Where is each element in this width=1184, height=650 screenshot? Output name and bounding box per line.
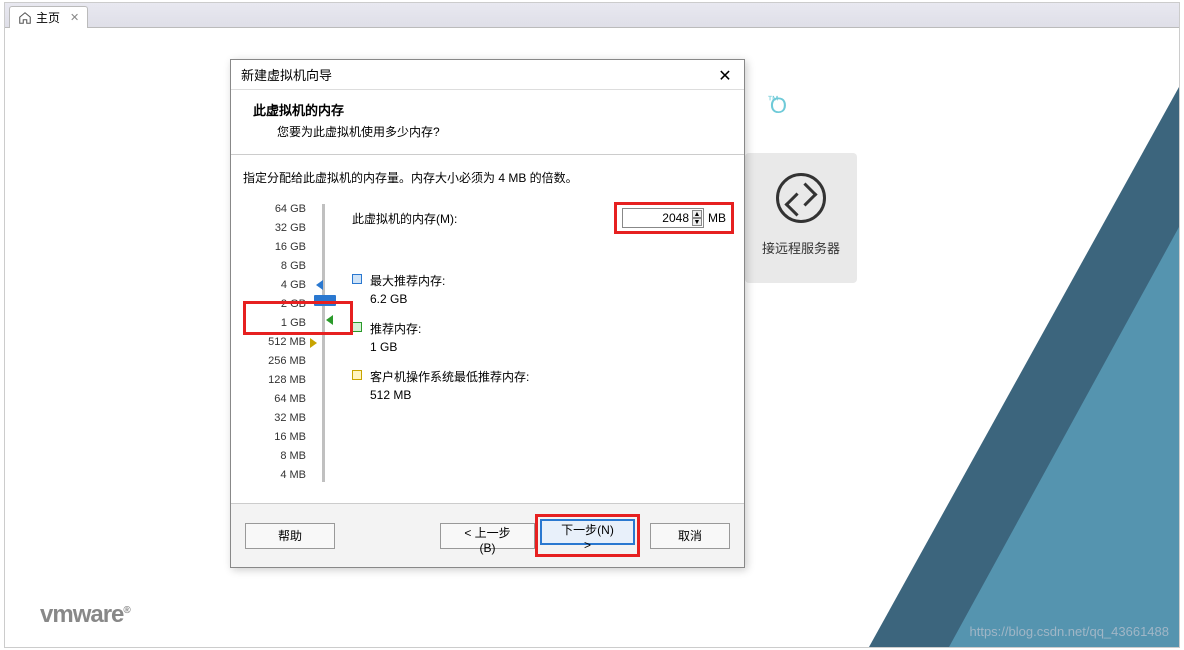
watermark: https://blog.csdn.net/qq_43661488 — [970, 624, 1170, 639]
memory-label: 此虚拟机的内存(M): — [352, 210, 457, 227]
home-icon — [18, 11, 32, 25]
max-recommended-marker — [316, 280, 323, 290]
bg-triangle-light — [949, 227, 1179, 647]
square-green-icon — [352, 322, 362, 332]
dialog-heading: 此虚拟机的内存 — [253, 100, 722, 119]
memory-unit: MB — [708, 211, 726, 225]
memory-scale-labels: 64 GB 32 GB 16 GB 8 GB 4 GB 2 GB 1 GB 51… — [241, 200, 316, 485]
dialog-subheading: 您要为此虚拟机使用多少内存? — [253, 123, 722, 140]
spin-down[interactable]: ▼ — [692, 218, 702, 226]
min-rec-label: 客户机操作系统最低推荐内存: — [370, 368, 529, 385]
memory-info: 此虚拟机的内存(M): ▲ ▼ MB 最 — [330, 200, 734, 416]
vmware-logo: vmware® — [40, 601, 130, 629]
min-rec-value: 512 MB — [370, 388, 529, 402]
dialog-body: 指定分配给此虚拟机的内存量。内存大小必须为 4 MB 的倍数。 64 GB 32… — [231, 155, 744, 503]
max-rec-value: 6.2 GB — [370, 292, 445, 306]
tab-bar: 主页 ✕ — [5, 3, 1179, 28]
dialog-title: 新建虚拟机向导 — [241, 65, 332, 84]
dialog-titlebar: 新建虚拟机向导 ✕ — [231, 60, 744, 90]
next-button-highlight: 下一步(N) > — [535, 514, 640, 557]
dialog-header: 此虚拟机的内存 您要为此虚拟机使用多少内存? — [231, 90, 744, 155]
cancel-button[interactable]: 取消 — [650, 523, 730, 549]
remote-label: 接远程服务器 — [745, 238, 857, 257]
instruction-text: 指定分配给此虚拟机的内存量。内存大小必须为 4 MB 的倍数。 — [243, 169, 734, 186]
square-yellow-icon — [352, 370, 362, 380]
max-rec-label: 最大推荐内存: — [370, 272, 445, 289]
main-window: 主页 ✕ O ™ 接远程服务器 vmware® https://blog.csd… — [4, 2, 1180, 648]
help-button[interactable]: 帮助 — [245, 523, 335, 549]
spin-up[interactable]: ▲ — [692, 210, 702, 218]
recommended-marker — [310, 338, 317, 348]
square-blue-icon — [352, 274, 362, 284]
next-button[interactable]: 下一步(N) > — [540, 519, 635, 545]
dialog-footer: 帮助 < 上一步(B) 下一步(N) > 取消 — [231, 503, 744, 567]
tab-home[interactable]: 主页 ✕ — [9, 6, 88, 28]
bg-tm: ™ — [767, 93, 779, 107]
remote-server-card[interactable]: 接远程服务器 — [745, 153, 857, 283]
close-button[interactable]: ✕ — [716, 66, 734, 84]
back-button[interactable]: < 上一步(B) — [440, 523, 535, 549]
memory-input-highlight: ▲ ▼ MB — [614, 202, 734, 234]
wizard-dialog: 新建虚拟机向导 ✕ 此虚拟机的内存 您要为此虚拟机使用多少内存? 指定分配给此虚… — [230, 59, 745, 568]
rec-label: 推荐内存: — [370, 320, 421, 337]
close-icon[interactable]: ✕ — [70, 11, 79, 24]
tab-label: 主页 — [36, 9, 60, 26]
rec-value: 1 GB — [370, 340, 421, 354]
remote-arrows-icon — [776, 173, 826, 223]
